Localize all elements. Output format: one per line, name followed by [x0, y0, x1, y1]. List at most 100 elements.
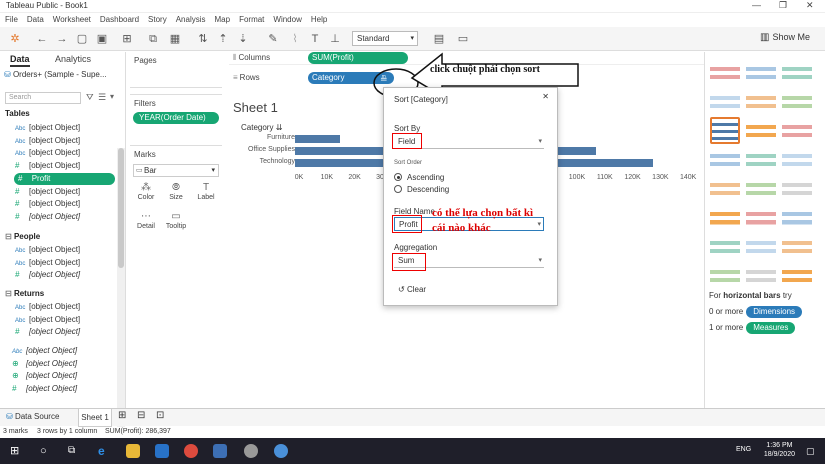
field-sales[interactable]: # [object Object] — [15, 199, 80, 208]
detail-button[interactable]: ⋯ Detail — [133, 211, 159, 235]
show-me-chart-option[interactable] — [746, 233, 776, 260]
minimize-icon[interactable]: — — [752, 0, 761, 10]
new-sheet-icon[interactable]: ▢ — [75, 32, 89, 46]
menu-dashboard[interactable]: Dashboard — [100, 13, 139, 26]
label-button[interactable]: T Label — [193, 182, 219, 206]
menu-format[interactable]: Format — [239, 13, 264, 26]
view-list-icon[interactable]: ☰ — [98, 92, 106, 103]
menu-map[interactable]: Map — [215, 13, 231, 26]
field-returned[interactable]: Abc [object Object] — [15, 315, 80, 324]
show-me-chart-option[interactable] — [746, 175, 776, 202]
search-input[interactable]: Search — [5, 92, 81, 104]
pin-icon[interactable]: ⊥ — [328, 32, 342, 46]
show-me-chart-option[interactable] — [710, 146, 740, 173]
tab-analytics[interactable]: Analytics — [55, 54, 91, 64]
labels-icon[interactable]: T — [308, 32, 322, 46]
show-me-chart-option[interactable] — [710, 117, 740, 144]
field-returns-count[interactable]: # [object Object] — [15, 327, 80, 336]
clear-button[interactable]: ↺ Clear — [398, 285, 426, 294]
menu-data[interactable]: Data — [27, 13, 44, 26]
redo-icon[interactable]: → — [55, 32, 69, 46]
show-me-chart-option[interactable] — [710, 88, 740, 115]
tab-data[interactable]: Data — [10, 54, 30, 67]
selected-field-profit[interactable]: # Profit — [14, 173, 115, 185]
show-me-chart-option[interactable] — [746, 146, 776, 173]
close-icon[interactable]: ✕ — [542, 92, 549, 101]
datasource-item[interactable]: ⛁ Orders+ (Sample - Supe... — [4, 70, 122, 79]
sort-asc-icon[interactable]: ⇡ — [216, 32, 230, 46]
row-label-office-supplies[interactable]: Office Supplies — [235, 146, 295, 153]
color-button[interactable]: ⁂ Color — [133, 182, 159, 206]
tableau-taskbar-icon[interactable] — [213, 444, 227, 458]
show-me-chart-option[interactable] — [746, 59, 776, 86]
show-me-chart-option[interactable] — [782, 146, 812, 173]
show-me-chart-option[interactable] — [746, 88, 776, 115]
mail-icon[interactable] — [155, 444, 169, 458]
size-button[interactable]: ⦾ Size — [163, 182, 189, 206]
close-window-icon[interactable]: ✕ — [806, 0, 814, 11]
clear-sheet-icon[interactable]: ▦ — [168, 32, 182, 46]
search-icon[interactable]: ○ — [40, 444, 47, 458]
system-clock[interactable]: 1:36 PM 18/9/2020 — [764, 441, 795, 459]
show-me-chart-option[interactable] — [782, 59, 812, 86]
field-ship-mode[interactable]: Abc [object Object] — [15, 123, 80, 132]
mark-type-select[interactable]: ▭ Bar ▾ — [133, 164, 219, 177]
tooltip-button[interactable]: ▭ Tooltip — [163, 211, 189, 235]
menu-file[interactable]: File — [5, 13, 18, 26]
show-me-chart-option[interactable] — [710, 262, 740, 289]
presentation-icon[interactable]: ▤ — [432, 32, 446, 46]
swap-icon[interactable]: ⇅ — [196, 32, 210, 46]
field-latitude-generated[interactable]: ⊕ [object Object] — [12, 359, 77, 368]
descending-radio[interactable]: Descending — [394, 185, 449, 194]
tableau-logo-icon[interactable]: ✲ — [8, 32, 22, 46]
show-me-chart-option[interactable] — [782, 233, 812, 260]
undo-icon[interactable]: ← — [35, 32, 49, 46]
field-longitude-generated[interactable]: ⊕ [object Object] — [12, 371, 77, 380]
show-me-chart-option[interactable] — [710, 233, 740, 260]
people-header[interactable]: ⊟ People — [5, 232, 40, 241]
menu-worksheet[interactable]: Worksheet — [53, 13, 91, 26]
chrome-icon[interactable] — [184, 444, 198, 458]
field-discount[interactable]: # [object Object] — [15, 161, 80, 170]
task-view-icon[interactable]: ⧉ — [68, 444, 75, 458]
photos-icon[interactable] — [274, 444, 288, 458]
pages-card[interactable]: Pages — [130, 52, 222, 88]
show-me-button[interactable]: ▥ Show Me — [760, 32, 810, 43]
new-story-icon[interactable]: ⊡ — [156, 410, 164, 421]
field-region-people[interactable]: Abc [object Object] — [15, 258, 80, 267]
show-me-chart-option[interactable] — [746, 262, 776, 289]
field-quantity[interactable]: # [object Object] — [15, 187, 80, 196]
show-me-chart-option[interactable] — [710, 59, 740, 86]
show-me-chart-option[interactable] — [782, 117, 812, 144]
highlight-icon[interactable]: ✎ — [266, 32, 280, 46]
show-me-chart-option[interactable] — [710, 204, 740, 231]
show-me-chart-option[interactable] — [782, 175, 812, 202]
attach-icon[interactable]: ⌇ — [288, 32, 302, 46]
show-me-chart-option[interactable] — [710, 175, 740, 202]
filters-card[interactable]: Filters YEAR(Order Date) — [130, 94, 222, 134]
show-me-chart-option[interactable] — [782, 204, 812, 231]
row-label-furniture[interactable]: Furniture — [235, 134, 295, 141]
category-row-header[interactable]: Category ⇊ — [241, 123, 282, 132]
new-datasource-icon[interactable]: ⊞ — [120, 32, 134, 46]
field-person[interactable]: Abc [object Object] — [15, 245, 80, 254]
menu-story[interactable]: Story — [148, 13, 167, 26]
data-source-tab[interactable]: ⛁ Data Source — [6, 412, 59, 421]
show-me-chart-option[interactable] — [746, 117, 776, 144]
bar-furniture[interactable] — [295, 135, 341, 143]
chevron-down-icon[interactable]: ▾ — [110, 92, 114, 101]
file-explorer-icon[interactable] — [126, 444, 140, 458]
app-icon[interactable] — [244, 444, 258, 458]
duplicate-icon[interactable]: ⧉ — [146, 32, 160, 46]
row-label-technology[interactable]: Technology — [235, 158, 295, 165]
tab-sheet-1[interactable]: Sheet 1 — [78, 409, 112, 427]
edge-browser-icon[interactable]: e — [98, 444, 105, 458]
fit-select[interactable]: Standard ▾ — [352, 31, 418, 46]
new-worksheet-icon[interactable]: ⊞ — [118, 410, 126, 421]
filter-icon[interactable]: ⛛ — [86, 92, 94, 103]
windows-start-icon[interactable]: ⊞ — [10, 444, 19, 458]
present-mode-icon[interactable]: ▭ — [456, 32, 470, 46]
field-order-id-returns[interactable]: Abc [object Object] — [15, 302, 80, 311]
field-sub-category[interactable]: Abc [object Object] — [15, 148, 80, 157]
field-state[interactable]: Abc [object Object] — [15, 136, 80, 145]
